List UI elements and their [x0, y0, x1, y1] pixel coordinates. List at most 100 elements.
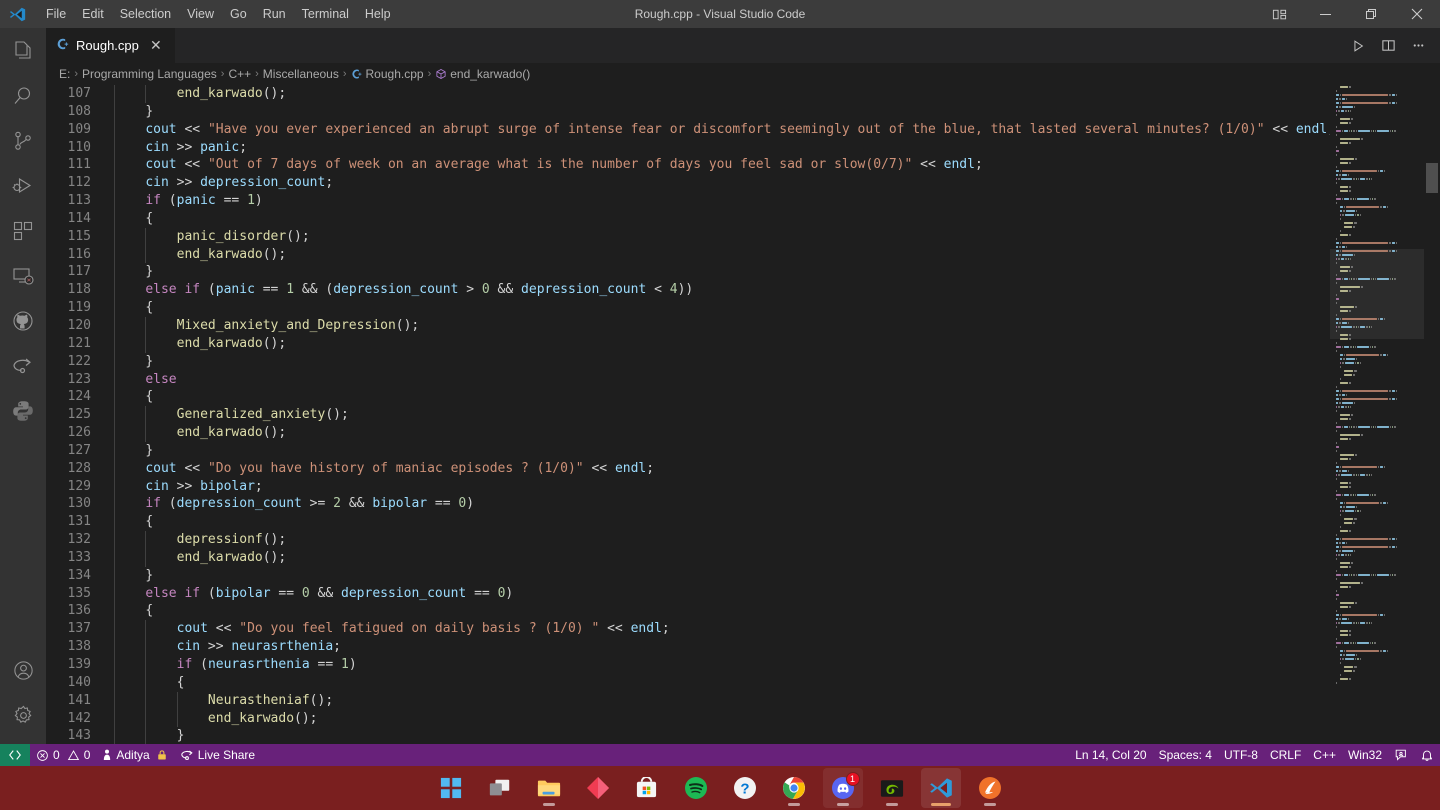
- code-line[interactable]: 143 }: [46, 727, 1330, 744]
- code-line[interactable]: 114 {: [46, 209, 1330, 228]
- code-line[interactable]: 137 cout << "Do you feel fatigued on dai…: [46, 620, 1330, 639]
- code-line[interactable]: 139 if (neurasrthenia == 1): [46, 656, 1330, 674]
- live-share-status[interactable]: Live Share: [174, 744, 261, 766]
- code-line[interactable]: 135 else if (bipolar == 0 && depression_…: [46, 584, 1330, 603]
- breadcrumb-item-0[interactable]: E:: [56, 67, 73, 81]
- code-line[interactable]: 109 cout << "Have you ever experienced a…: [46, 120, 1330, 139]
- split-editor-button[interactable]: [1374, 32, 1402, 60]
- taskbar-file-explorer[interactable]: [529, 768, 569, 808]
- sidebar-item-remote-explorer[interactable]: [0, 253, 46, 298]
- code-line[interactable]: 107 end_karwado();: [46, 85, 1330, 103]
- minimap[interactable]: [1330, 85, 1424, 744]
- accounts-icon[interactable]: [0, 648, 46, 693]
- taskbar-app-orange[interactable]: [970, 768, 1010, 808]
- code-line[interactable]: 130 if (depression_count >= 2 && bipolar…: [46, 495, 1330, 514]
- code-line[interactable]: 120 Mixed_anxiety_and_Depression();: [46, 316, 1330, 335]
- sidebar-item-run-debug[interactable]: [0, 163, 46, 208]
- editor-scrollbar[interactable]: [1424, 85, 1440, 744]
- menu-file[interactable]: File: [38, 3, 74, 25]
- feedback-icon[interactable]: [1388, 744, 1414, 766]
- language-mode-status[interactable]: C++: [1307, 744, 1342, 766]
- more-actions-button[interactable]: [1404, 32, 1432, 60]
- code-line[interactable]: 138 cin >> neurasrthenia;: [46, 638, 1330, 656]
- taskbar-google-chrome[interactable]: [774, 768, 814, 808]
- taskbar-get-help[interactable]: ?: [725, 768, 765, 808]
- code-line[interactable]: 124 {: [46, 388, 1330, 407]
- customize-layout-icon[interactable]: [1256, 0, 1302, 28]
- platform-status[interactable]: Win32: [1342, 744, 1388, 766]
- taskbar-start-button[interactable]: [431, 768, 471, 808]
- code-line[interactable]: 118 else if (panic == 1 && (depression_c…: [46, 281, 1330, 300]
- menu-edit[interactable]: Edit: [74, 3, 112, 25]
- menu-view[interactable]: View: [179, 3, 222, 25]
- taskbar-nvidia[interactable]: [872, 768, 912, 808]
- menu-terminal[interactable]: Terminal: [294, 3, 357, 25]
- sidebar-item-extensions[interactable]: [0, 208, 46, 253]
- token-punc: (: [192, 657, 208, 672]
- indentation-status[interactable]: Spaces: 4: [1153, 744, 1218, 766]
- notifications-bell-icon[interactable]: [1414, 744, 1440, 766]
- code-line[interactable]: 125 Generalized_anxiety();: [46, 406, 1330, 425]
- code-line[interactable]: 116 end_karwado();: [46, 245, 1330, 264]
- tab-rough-cpp[interactable]: Rough.cpp ✕: [46, 28, 176, 63]
- code-line[interactable]: 141 Neurastheniaf();: [46, 691, 1330, 710]
- taskbar-discord[interactable]: 1: [822, 768, 863, 808]
- code-line[interactable]: 113 if (panic == 1): [46, 192, 1330, 210]
- code-line[interactable]: 126 end_karwado();: [46, 424, 1330, 442]
- problems-status[interactable]: 0 0: [30, 744, 96, 766]
- code-line[interactable]: 131 {: [46, 513, 1330, 532]
- sidebar-item-source-control[interactable]: [0, 118, 46, 163]
- menu-selection[interactable]: Selection: [112, 3, 179, 25]
- code-line[interactable]: 133 end_karwado();: [46, 548, 1330, 567]
- code-line[interactable]: 132 depressionf();: [46, 531, 1330, 549]
- tab-close-icon[interactable]: ✕: [147, 37, 165, 55]
- menu-run[interactable]: Run: [255, 3, 294, 25]
- code-line[interactable]: 134 }: [46, 566, 1330, 585]
- sidebar-item-live-share[interactable]: [0, 343, 46, 388]
- taskbar-visual-studio-code[interactable]: [920, 768, 961, 808]
- settings-gear-icon[interactable]: [0, 693, 46, 738]
- code-line[interactable]: 136 {: [46, 602, 1330, 621]
- code-line[interactable]: 122 }: [46, 352, 1330, 371]
- taskbar-microsoft-store[interactable]: [627, 768, 667, 808]
- close-button[interactable]: [1394, 0, 1440, 28]
- breadcrumb-item-5[interactable]: end_karwado(): [432, 67, 533, 81]
- code-line[interactable]: 110 cin >> panic;: [46, 138, 1330, 157]
- code-line[interactable]: 128 cout << "Do you have history of mani…: [46, 459, 1330, 478]
- breadcrumb-item-4[interactable]: Rough.cpp: [348, 67, 427, 81]
- menu-go[interactable]: Go: [222, 3, 255, 25]
- maximize-button[interactable]: [1348, 0, 1394, 28]
- code-line[interactable]: 121 end_karwado();: [46, 334, 1330, 353]
- code-line[interactable]: 123 else: [46, 370, 1330, 389]
- code-line[interactable]: 115 panic_disorder();: [46, 227, 1330, 246]
- menu-help[interactable]: Help: [357, 3, 399, 25]
- run-code-button[interactable]: [1344, 32, 1372, 60]
- code-line[interactable]: 142 end_karwado();: [46, 709, 1330, 728]
- encoding-status[interactable]: UTF-8: [1218, 744, 1264, 766]
- sidebar-item-python[interactable]: [0, 388, 46, 433]
- code-line[interactable]: 119 {: [46, 299, 1330, 317]
- taskbar-app-diamond[interactable]: [578, 768, 618, 808]
- sidebar-item-explorer[interactable]: [0, 28, 46, 73]
- code-line[interactable]: 117 }: [46, 263, 1330, 282]
- eol-status[interactable]: CRLF: [1264, 744, 1307, 766]
- breadcrumb-item-2[interactable]: C++: [225, 67, 254, 81]
- live-share-account[interactable]: Aditya: [96, 744, 173, 766]
- scrollbar-thumb[interactable]: [1426, 163, 1438, 193]
- sidebar-item-search[interactable]: [0, 73, 46, 118]
- code-line[interactable]: 108 }: [46, 102, 1330, 121]
- cursor-position-status[interactable]: Ln 14, Col 20: [1069, 744, 1152, 766]
- taskbar-spotify[interactable]: [676, 768, 716, 808]
- code-line[interactable]: 111 cout << "Out of 7 days of week on an…: [46, 156, 1330, 175]
- code-line[interactable]: 129 cin >> bipolar;: [46, 477, 1330, 496]
- sidebar-item-github[interactable]: [0, 298, 46, 343]
- taskbar-task-view[interactable]: [480, 768, 520, 808]
- minimize-button[interactable]: [1302, 0, 1348, 28]
- code-editor-content[interactable]: 107 end_karwado(); 108 } 109 cout << "Have…: [46, 85, 1330, 744]
- code-line[interactable]: 140 {: [46, 673, 1330, 692]
- code-line[interactable]: 112 cin >> depression_count;: [46, 174, 1330, 193]
- breadcrumb-item-1[interactable]: Programming Languages: [79, 67, 220, 81]
- breadcrumb-item-3[interactable]: Miscellaneous: [260, 67, 342, 81]
- code-line[interactable]: 127 }: [46, 441, 1330, 460]
- remote-window-indicator[interactable]: [0, 744, 30, 766]
